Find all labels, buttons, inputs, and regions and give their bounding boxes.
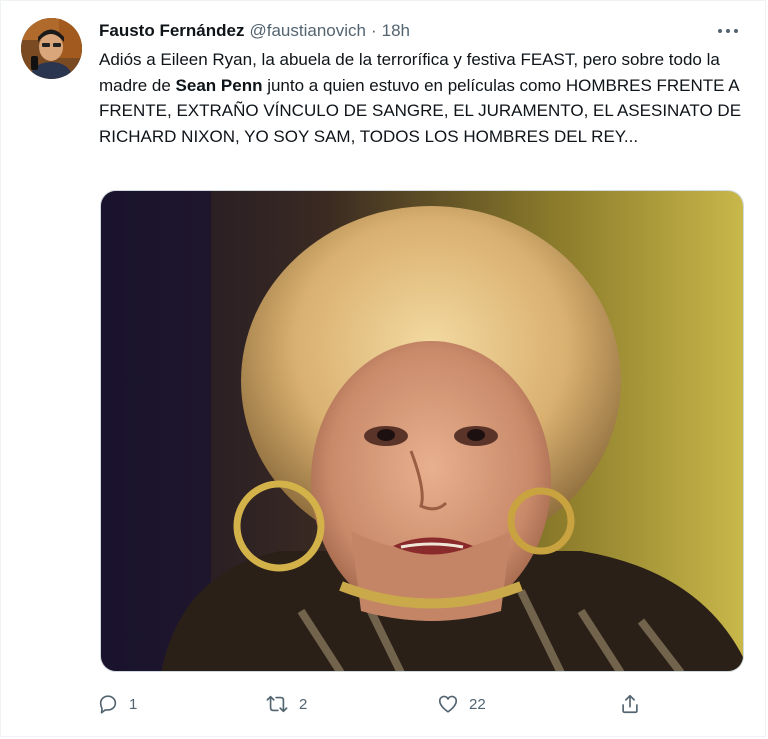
tweet-card: Fausto Fernández @faustianovich · 18h Ad… (0, 0, 766, 737)
reply-count: 1 (129, 695, 138, 713)
retweet-icon (266, 695, 288, 713)
photo-image (101, 191, 743, 671)
more-icon (718, 29, 738, 33)
share-button[interactable] (619, 690, 641, 718)
tweet-header: Fausto Fernández @faustianovich · 18h (99, 19, 410, 43)
avatar-image (21, 18, 82, 79)
retweet-button[interactable]: 2 (265, 690, 307, 718)
like-count: 22 (469, 695, 486, 713)
tweet-text: Adiós a Eileen Ryan, la abuela de la ter… (99, 47, 747, 149)
tweet-actions: 1 2 22 (97, 690, 647, 718)
share-icon (622, 694, 638, 714)
display-name[interactable]: Fausto Fernández (99, 21, 244, 41)
reply-button[interactable]: 1 (97, 690, 137, 718)
more-button[interactable] (713, 19, 743, 43)
retweet-count: 2 (299, 695, 308, 713)
like-button[interactable]: 22 (437, 690, 486, 718)
user-handle[interactable]: @faustianovich (249, 21, 366, 41)
tweet-photo[interactable] (100, 190, 744, 672)
reply-icon (99, 695, 117, 714)
avatar[interactable] (21, 18, 82, 79)
heart-icon (438, 695, 458, 713)
timestamp[interactable]: 18h (382, 21, 410, 41)
mention-sean-penn: Sean Penn (175, 75, 263, 95)
separator-dot: · (370, 21, 377, 40)
